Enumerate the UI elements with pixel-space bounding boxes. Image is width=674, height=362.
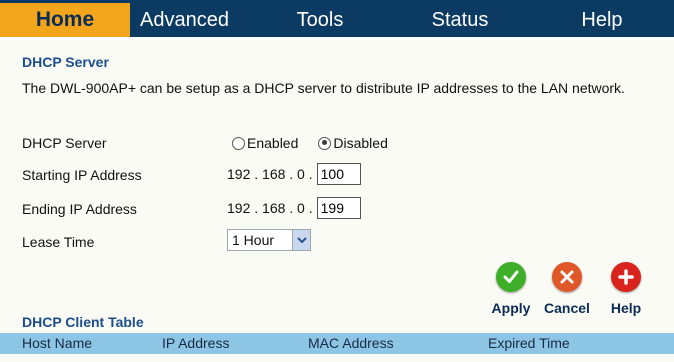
x-icon bbox=[552, 262, 582, 292]
lease-time-value: 1 Hour bbox=[232, 232, 275, 248]
tab-status[interactable]: Status bbox=[390, 3, 530, 37]
starting-ip-label: Starting IP Address bbox=[22, 167, 142, 183]
ending-ip-input[interactable] bbox=[316, 197, 361, 219]
client-table-header: Host Name IP Address MAC Address Expired… bbox=[0, 333, 674, 354]
top-nav: Home Advanced Tools Status Help bbox=[0, 0, 674, 40]
lease-time-select[interactable]: 1 Hour bbox=[227, 229, 311, 251]
help-label: Help bbox=[610, 300, 642, 316]
radio-disabled[interactable]: Disabled bbox=[318, 135, 388, 151]
apply-label: Apply bbox=[491, 300, 531, 316]
chevron-down-icon[interactable] bbox=[292, 230, 310, 250]
radio-enabled-label: Enabled bbox=[247, 135, 299, 151]
column-mac-address: MAC Address bbox=[308, 335, 394, 351]
starting-ip-prefix: 192 . 168 . 0 . bbox=[227, 166, 313, 182]
dhcp-client-table-heading: DHCP Client Table bbox=[22, 314, 144, 330]
cancel-button[interactable]: Cancel bbox=[535, 262, 599, 316]
tab-home[interactable]: Home bbox=[0, 3, 130, 37]
lease-time-label: Lease Time bbox=[22, 234, 95, 250]
check-icon bbox=[496, 262, 526, 292]
ending-ip-row: 192 . 168 . 0 . bbox=[227, 197, 361, 219]
dhcp-server-label: DHCP Server bbox=[22, 135, 107, 151]
column-expired-time: Expired Time bbox=[488, 335, 570, 351]
help-button[interactable]: Help bbox=[594, 262, 658, 316]
dhcp-server-heading: DHCP Server bbox=[22, 54, 109, 70]
plus-icon bbox=[611, 262, 641, 292]
apply-button[interactable]: Apply bbox=[479, 262, 543, 316]
radio-disabled-circle[interactable] bbox=[318, 136, 332, 150]
radio-enabled-circle[interactable] bbox=[232, 136, 245, 150]
dhcp-description: The DWL-900AP+ can be setup as a DHCP se… bbox=[22, 80, 625, 96]
dhcp-server-radio-group: Enabled Disabled bbox=[232, 135, 402, 151]
starting-ip-row: 192 . 168 . 0 . bbox=[227, 163, 361, 185]
column-host-name: Host Name bbox=[22, 335, 93, 351]
cancel-label: Cancel bbox=[544, 300, 590, 316]
radio-enabled[interactable]: Enabled bbox=[232, 135, 298, 151]
ending-ip-label: Ending IP Address bbox=[22, 201, 137, 217]
tab-help[interactable]: Help bbox=[530, 3, 674, 37]
starting-ip-input[interactable] bbox=[316, 163, 361, 185]
radio-disabled-label: Disabled bbox=[333, 135, 388, 151]
tab-tools[interactable]: Tools bbox=[250, 3, 390, 37]
tab-advanced[interactable]: Advanced bbox=[130, 3, 250, 37]
column-ip-address: IP Address bbox=[162, 335, 230, 351]
ending-ip-prefix: 192 . 168 . 0 . bbox=[227, 200, 313, 216]
